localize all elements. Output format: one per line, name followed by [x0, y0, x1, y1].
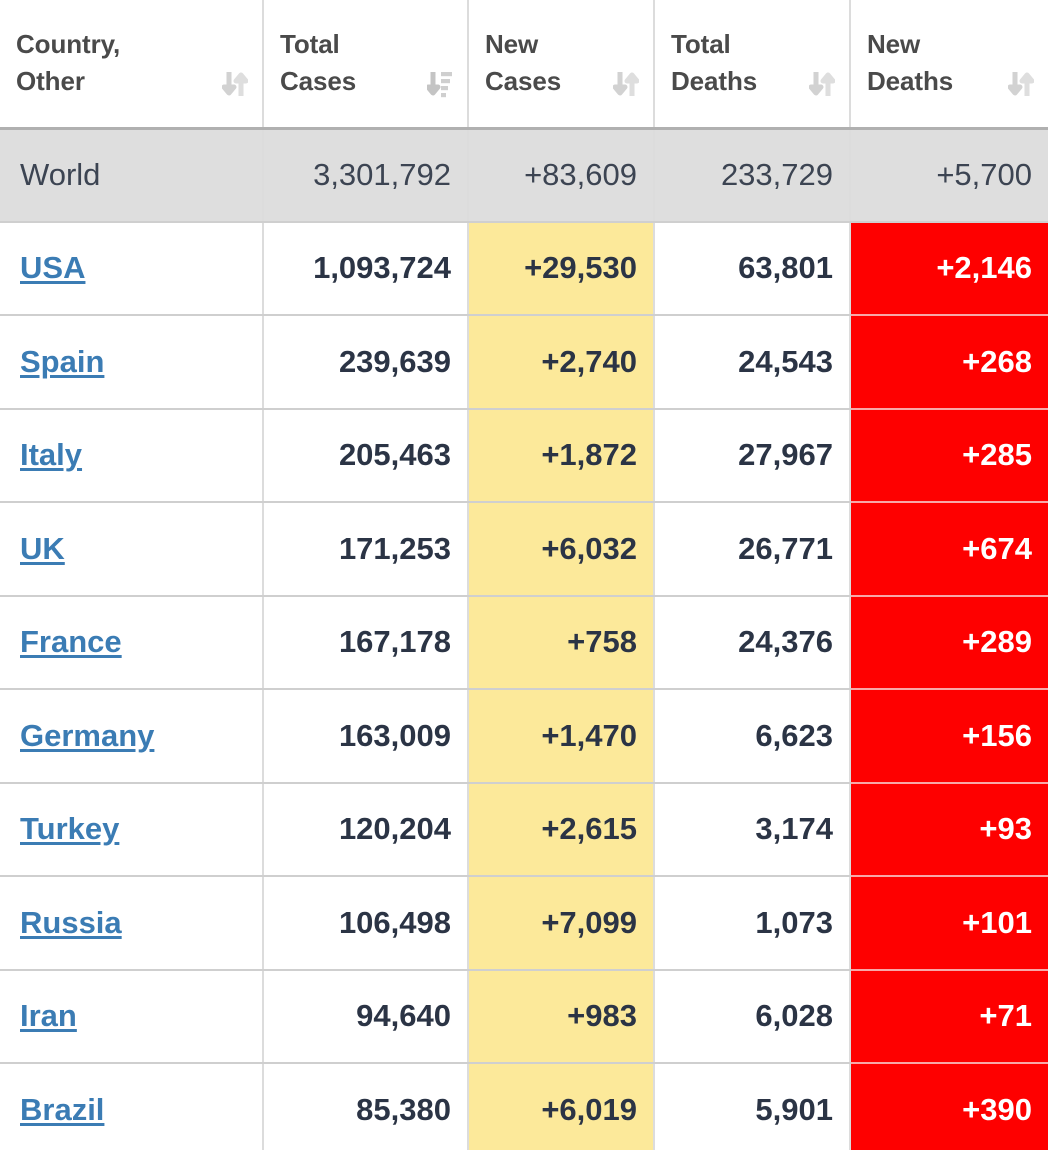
cell-total-cases: 167,178 — [263, 595, 469, 690]
cell-new-cases: +1,872 — [468, 408, 655, 503]
cell-country: UK — [0, 502, 264, 597]
header-row: Country, Other Total Cases New Cases Tot… — [0, 0, 1048, 130]
cell-new-deaths: +156 — [850, 689, 1048, 784]
country-link[interactable]: Germany — [20, 718, 154, 753]
cell-new-deaths: +5,700 — [850, 128, 1048, 223]
cell-total-cases: 3,301,792 — [263, 128, 469, 223]
cell-new-cases: +7,099 — [468, 876, 655, 971]
world-label: World — [20, 157, 101, 192]
cell-new-deaths: +2,146 — [850, 221, 1048, 316]
table-row: USA 1,093,724 +29,530 63,801 +2,146 — [0, 221, 1048, 316]
country-link[interactable]: Iran — [20, 998, 77, 1033]
cell-country: Italy — [0, 408, 264, 503]
cell-new-deaths: +674 — [850, 502, 1048, 597]
sort-both-icon[interactable] — [222, 68, 248, 100]
cell-total-cases: 239,639 — [263, 315, 469, 410]
cell-new-cases: +83,609 — [468, 128, 655, 223]
country-link[interactable]: France — [20, 624, 122, 659]
table-row: Iran 94,640 +983 6,028 +71 — [0, 969, 1048, 1064]
cell-total-cases: 120,204 — [263, 782, 469, 877]
cell-country: Germany — [0, 689, 264, 784]
cell-new-cases: +983 — [468, 969, 655, 1064]
cell-new-cases: +29,530 — [468, 221, 655, 316]
column-header-total-cases[interactable]: Total Cases — [263, 0, 469, 130]
cell-total-deaths: 5,901 — [654, 1063, 851, 1150]
cell-new-cases: +6,032 — [468, 502, 655, 597]
table-row: UK 171,253 +6,032 26,771 +674 — [0, 502, 1048, 597]
cell-total-deaths: 1,073 — [654, 876, 851, 971]
cell-new-deaths: +101 — [850, 876, 1048, 971]
column-header-new-deaths-label: New Deaths — [867, 29, 954, 97]
cell-total-deaths: 24,376 — [654, 595, 851, 690]
table-row: Germany 163,009 +1,470 6,623 +156 — [0, 689, 1048, 784]
table-body: World 3,301,792 +83,609 233,729 +5,700 USA 1,0… — [0, 128, 1048, 1150]
cell-country: Turkey — [0, 782, 264, 877]
column-header-new-cases[interactable]: New Cases — [468, 0, 655, 130]
cell-total-cases: 163,009 — [263, 689, 469, 784]
table-row: France 167,178 +758 24,376 +289 — [0, 595, 1048, 690]
cell-country: USA — [0, 221, 264, 316]
country-link[interactable]: Turkey — [20, 811, 119, 846]
column-header-total-deaths[interactable]: Total Deaths — [654, 0, 851, 130]
cell-new-deaths: +93 — [850, 782, 1048, 877]
cell-total-deaths: 6,623 — [654, 689, 851, 784]
cell-total-deaths: 27,967 — [654, 408, 851, 503]
table-row: Russia 106,498 +7,099 1,073 +101 — [0, 876, 1048, 971]
country-link[interactable]: USA — [20, 250, 85, 285]
cell-total-deaths: 233,729 — [654, 128, 851, 223]
cell-total-cases: 171,253 — [263, 502, 469, 597]
cell-total-cases: 106,498 — [263, 876, 469, 971]
cell-country: Iran — [0, 969, 264, 1064]
cell-new-deaths: +71 — [850, 969, 1048, 1064]
column-header-total-deaths-label: Total Deaths — [671, 29, 758, 97]
table-row: Turkey 120,204 +2,615 3,174 +93 — [0, 782, 1048, 877]
cell-new-cases: +6,019 — [468, 1063, 655, 1150]
table-row: Spain 239,639 +2,740 24,543 +268 — [0, 315, 1048, 410]
cell-country: Brazil — [0, 1063, 264, 1150]
sort-amount-desc-icon[interactable] — [427, 68, 453, 100]
cell-total-deaths: 6,028 — [654, 969, 851, 1064]
covid-statistics-table: Country, Other Total Cases New Cases Tot… — [0, 0, 1048, 1150]
sort-both-icon[interactable] — [809, 68, 835, 100]
cell-new-deaths: +268 — [850, 315, 1048, 410]
column-header-new-cases-label: New Cases — [485, 29, 562, 97]
cell-total-deaths: 26,771 — [654, 502, 851, 597]
cell-total-deaths: 63,801 — [654, 221, 851, 316]
cell-total-cases: 85,380 — [263, 1063, 469, 1150]
table-header: Country, Other Total Cases New Cases Tot… — [0, 0, 1048, 130]
cell-new-cases: +758 — [468, 595, 655, 690]
cell-new-deaths: +390 — [850, 1063, 1048, 1150]
sort-both-icon[interactable] — [1008, 68, 1034, 100]
country-link[interactable]: Italy — [20, 437, 82, 472]
column-header-country-label: Country, Other — [16, 29, 121, 97]
cell-total-cases: 205,463 — [263, 408, 469, 503]
cell-new-deaths: +285 — [850, 408, 1048, 503]
country-link[interactable]: UK — [20, 531, 65, 566]
country-link[interactable]: Brazil — [20, 1092, 104, 1127]
country-link[interactable]: Spain — [20, 344, 104, 379]
cell-total-cases: 1,093,724 — [263, 221, 469, 316]
cell-new-cases: +2,740 — [468, 315, 655, 410]
cell-country: World — [0, 128, 264, 223]
table-row: Italy 205,463 +1,872 27,967 +285 — [0, 408, 1048, 503]
column-header-new-deaths[interactable]: New Deaths — [850, 0, 1048, 130]
cell-country: Spain — [0, 315, 264, 410]
cell-total-deaths: 24,543 — [654, 315, 851, 410]
sort-both-icon[interactable] — [613, 68, 639, 100]
cell-total-deaths: 3,174 — [654, 782, 851, 877]
cell-new-cases: +2,615 — [468, 782, 655, 877]
cell-new-cases: +1,470 — [468, 689, 655, 784]
column-header-country[interactable]: Country, Other — [0, 0, 264, 130]
table-row: Brazil 85,380 +6,019 5,901 +390 — [0, 1063, 1048, 1150]
cell-country: France — [0, 595, 264, 690]
cell-country: Russia — [0, 876, 264, 971]
cell-new-deaths: +289 — [850, 595, 1048, 690]
covid-table-container: Country, Other Total Cases New Cases Tot… — [0, 0, 1048, 1150]
table-row: World 3,301,792 +83,609 233,729 +5,700 — [0, 128, 1048, 223]
cell-total-cases: 94,640 — [263, 969, 469, 1064]
column-header-total-cases-label: Total Cases — [280, 29, 357, 97]
country-link[interactable]: Russia — [20, 905, 122, 940]
